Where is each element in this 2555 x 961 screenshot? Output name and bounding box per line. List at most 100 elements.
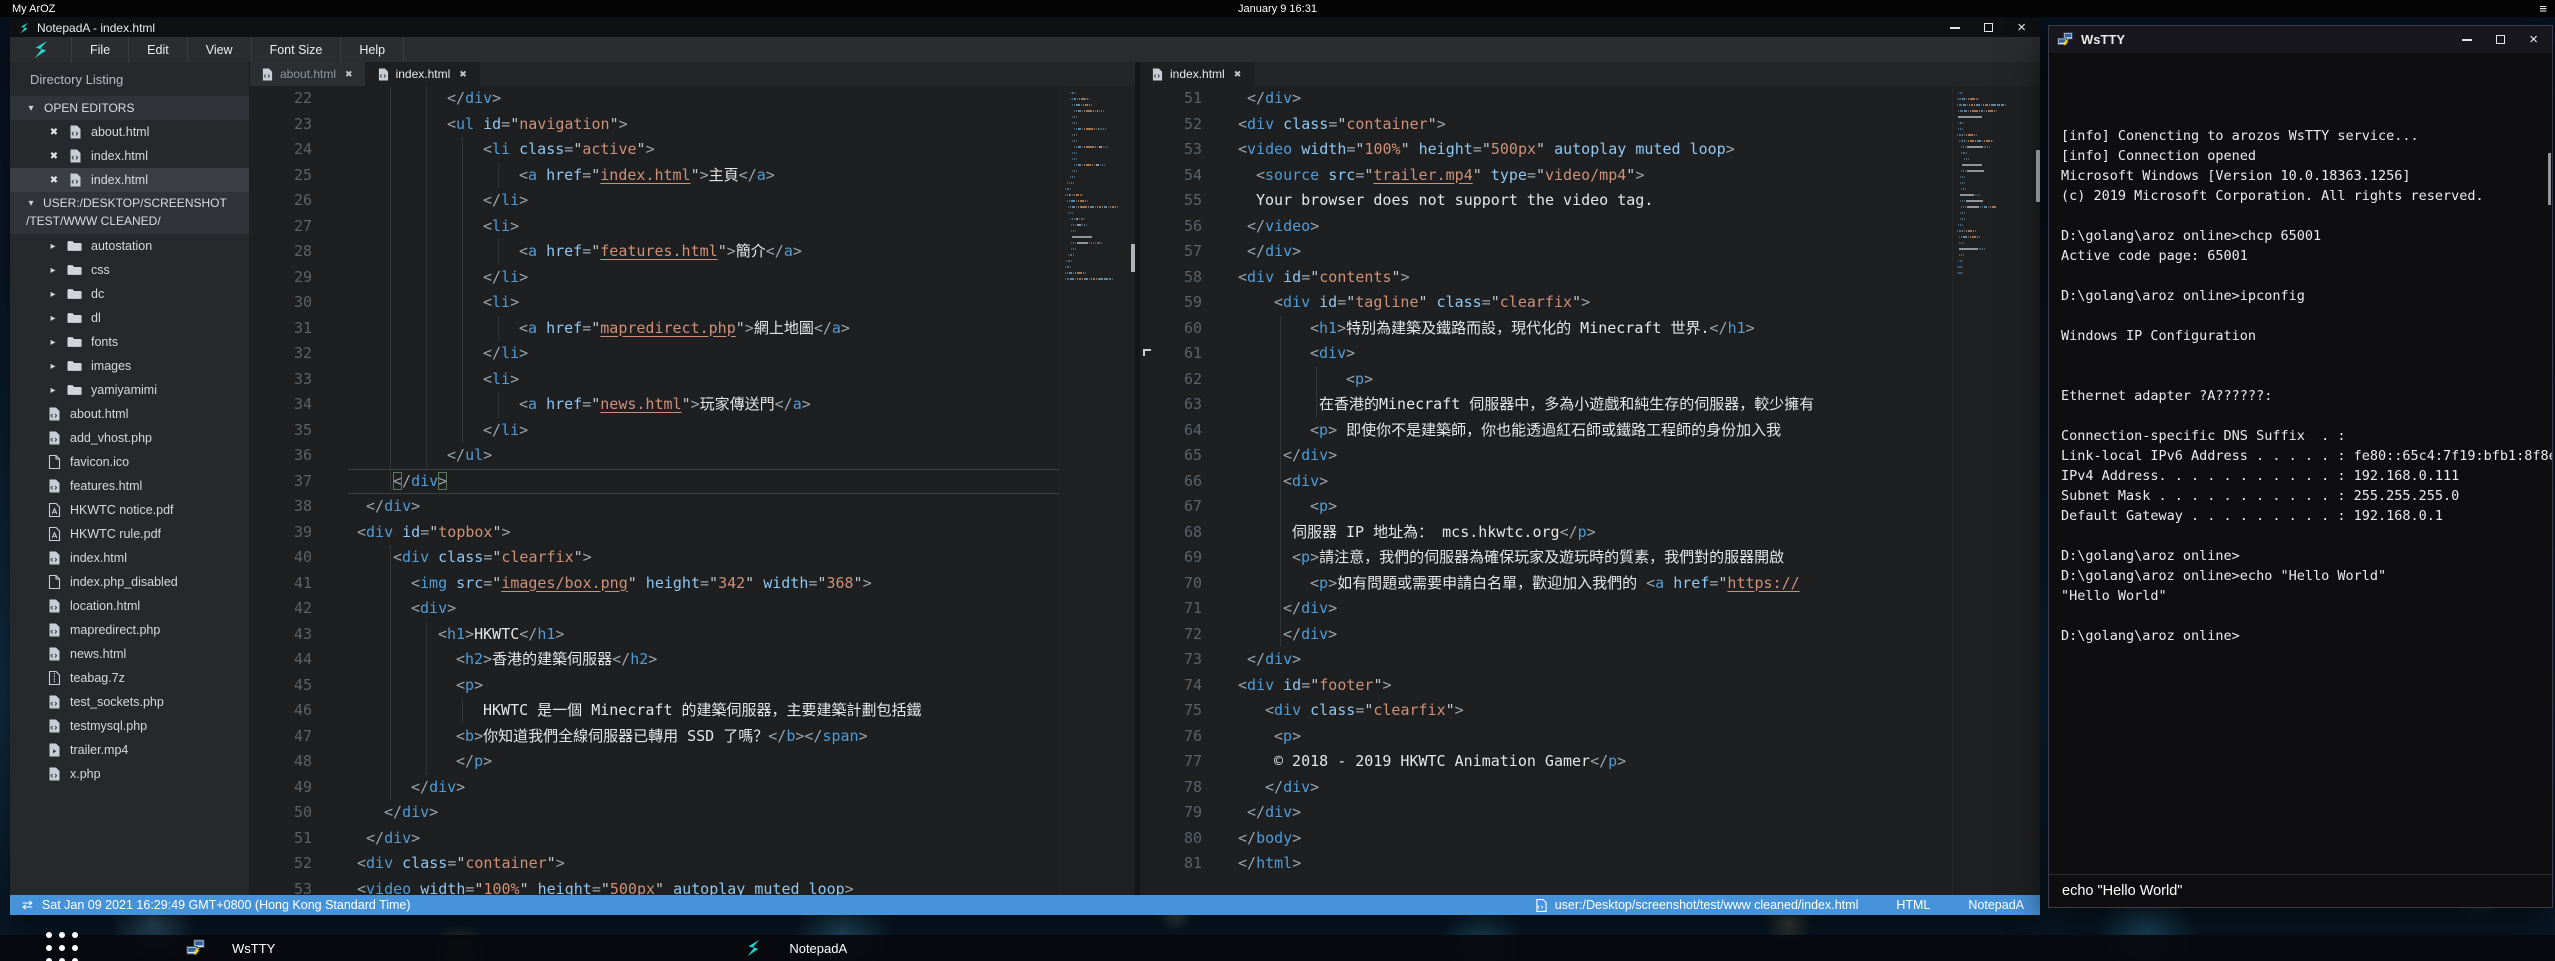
- editor-tab-about.html[interactable]: about.html✖: [250, 62, 366, 86]
- close-tab-icon[interactable]: ✖: [1234, 69, 1242, 80]
- maximize-button[interactable]: [1984, 23, 1993, 32]
- terminal-line: [info] Conencting to arozos WsTTY servic…: [2061, 126, 2540, 146]
- file-item-test-sockets-php[interactable]: test_sockets.php: [10, 690, 249, 714]
- scrollbar-thumb[interactable]: [2036, 150, 2040, 202]
- minimize-button[interactable]: [1950, 27, 1960, 29]
- file-item-news-html[interactable]: news.html: [10, 642, 249, 666]
- close-button[interactable]: ×: [2017, 23, 2026, 33]
- maximize-button[interactable]: [2496, 35, 2505, 44]
- file-item-location-html[interactable]: location.html: [10, 594, 249, 618]
- file-item-about-html[interactable]: about.html: [10, 402, 249, 426]
- line-number-gutter: 5152535455565758596061626364656667686970…: [1140, 86, 1230, 895]
- folder-item-css[interactable]: ▸css: [10, 258, 249, 282]
- file-icon: [1536, 899, 1547, 912]
- folder-item-images[interactable]: ▸images: [10, 354, 249, 378]
- tab-bar-right: index.html✖: [1140, 62, 2040, 86]
- minimap[interactable]: [1059, 86, 1135, 895]
- file-item-features-html[interactable]: features.html: [10, 474, 249, 498]
- file-item-index-php-disabled[interactable]: index.php_disabled: [10, 570, 249, 594]
- file-item-add-vhost-php[interactable]: add_vhost.php: [10, 426, 249, 450]
- wstty-titlebar[interactable]: WsTTY ×: [2049, 26, 2552, 53]
- editor-tab-index.html[interactable]: index.html✖: [366, 62, 480, 86]
- folder-item-fonts[interactable]: ▸fonts: [10, 330, 249, 354]
- status-file-path[interactable]: user:/Desktop/screenshot/test/www cleane…: [1536, 898, 1859, 912]
- file-item-index-html[interactable]: index.html: [10, 546, 249, 570]
- taskbar: WsTTY NotepadA: [0, 935, 2555, 961]
- taskbar-item-wstty[interactable]: WsTTY: [186, 939, 275, 957]
- scrollbar-thumb[interactable]: [1131, 244, 1135, 272]
- editor-tab-index.html[interactable]: index.html✖: [1140, 62, 1254, 86]
- window-title: NotepadA - index.html: [37, 21, 155, 35]
- file-item-trailer-mp4[interactable]: trailer.mp4: [10, 738, 249, 762]
- terminal-output[interactable]: [info] Conencting to arozos WsTTY servic…: [2049, 53, 2552, 874]
- file-item-favicon-ico[interactable]: favicon.ico: [10, 450, 249, 474]
- file-item-hkwtc-rule-pdf[interactable]: HKWTC rule.pdf: [10, 522, 249, 546]
- open-editor-item[interactable]: ✖index.html: [10, 168, 249, 192]
- folder-item-dc[interactable]: ▸dc: [10, 282, 249, 306]
- code-line: <h1>HKWTC</h1>: [348, 622, 1135, 648]
- system-menu-my-aroz[interactable]: My ArOZ: [12, 3, 55, 15]
- code-icon: [378, 68, 389, 81]
- chevron-right-icon: ▸: [48, 385, 58, 396]
- terminal-line: Windows IP Configuration: [2061, 326, 2540, 346]
- close-tab-icon[interactable]: ✖: [345, 69, 353, 80]
- menu-view[interactable]: View: [188, 37, 252, 62]
- file-item-teabag-7z[interactable]: teabag.7z: [10, 666, 249, 690]
- taskbar-item-notepada[interactable]: NotepadA: [743, 939, 847, 957]
- wstty-icon: [2057, 32, 2074, 47]
- menu-help[interactable]: Help: [341, 37, 404, 62]
- folder-item-dl[interactable]: ▸dl: [10, 306, 249, 330]
- menu-edit[interactable]: Edit: [129, 37, 188, 62]
- notepada-titlebar[interactable]: NotepadA - index.html ×: [10, 18, 2040, 37]
- tree-root-header[interactable]: ▾ USER:/DESKTOP/SCREENSHOT /TEST/WWW CLE…: [10, 192, 249, 234]
- apps-grid-icon[interactable]: [46, 932, 78, 961]
- chevron-down-icon: ▾: [26, 103, 36, 114]
- terminal-input[interactable]: echo "Hello World": [2049, 874, 2552, 907]
- page-icon: [48, 575, 61, 589]
- pdf-icon: [48, 527, 61, 541]
- file-item-hkwtc-notice-pdf[interactable]: HKWTC notice.pdf: [10, 498, 249, 522]
- code-line: <h1>特別為建築及鐵路而設，現代化的 Minecraft 世界.</h1>: [1238, 316, 2040, 342]
- terminal-line: Microsoft Windows [Version 10.0.18363.12…: [2061, 166, 2540, 186]
- open-editor-item[interactable]: ✖index.html: [10, 144, 249, 168]
- close-editor-icon[interactable]: ✖: [48, 127, 60, 138]
- code-line: <source src="trailer.mp4" type="video/mp…: [1238, 163, 2040, 189]
- file-item-testmysql-php[interactable]: testmysql.php: [10, 714, 249, 738]
- file-item-mapredirect-php[interactable]: mapredirect.php: [10, 618, 249, 642]
- folder-item-yamiyamimi[interactable]: ▸yamiyamimi: [10, 378, 249, 402]
- close-editor-icon[interactable]: ✖: [48, 175, 60, 186]
- terminal-line: "Hello World": [2061, 586, 2540, 606]
- terminal-scrollbar[interactable]: [2548, 153, 2551, 205]
- folder-icon: [67, 360, 82, 372]
- status-language[interactable]: HTML: [1896, 898, 1930, 912]
- video-icon: [48, 743, 61, 757]
- open-editor-item[interactable]: ✖about.html: [10, 120, 249, 144]
- code-line: <video width="100%" height="500px" autop…: [348, 877, 1135, 896]
- code-area[interactable]: </div><div class="container"><video widt…: [1230, 86, 2040, 895]
- close-tab-icon[interactable]: ✖: [459, 69, 467, 80]
- hamburger-icon[interactable]: ≡: [2539, 0, 2547, 17]
- minimize-button[interactable]: [2462, 39, 2472, 41]
- code-line: <p>: [1238, 494, 2040, 520]
- folder-item-autostation[interactable]: ▸autostation: [10, 234, 249, 258]
- menu-file[interactable]: File: [72, 37, 129, 62]
- terminal-line: [2061, 366, 2540, 386]
- code-line: HKWTC 是一個 Minecraft 的建築伺服器，主要建築計劃包括鐵: [348, 698, 1135, 724]
- fold-marker-icon[interactable]: [1143, 349, 1151, 356]
- code-line: Your browser does not support the video …: [1238, 188, 2040, 214]
- notepada-logo-icon[interactable]: [10, 37, 72, 62]
- close-button[interactable]: ×: [2529, 35, 2538, 45]
- open-editors-section[interactable]: ▾ OPEN EDITORS: [10, 96, 249, 120]
- file-item-x-php[interactable]: x.php: [10, 762, 249, 786]
- terminal-line: [2061, 266, 2540, 286]
- code-line: <div class="container">: [348, 851, 1135, 877]
- status-timestamp: Sat Jan 09 2021 16:29:49 GMT+0800 (Hong …: [42, 898, 411, 912]
- code-line: </li>: [348, 265, 1135, 291]
- terminal-line: [info] Connection opened: [2061, 146, 2540, 166]
- menu-font-size[interactable]: Font Size: [252, 37, 342, 62]
- minimap[interactable]: [1952, 86, 2040, 895]
- close-editor-icon[interactable]: ✖: [48, 151, 60, 162]
- code-area[interactable]: </div><ul id="navigation"><li class="act…: [340, 86, 1135, 895]
- chevron-right-icon: ▸: [48, 241, 58, 252]
- code-line: </div>: [1238, 800, 2040, 826]
